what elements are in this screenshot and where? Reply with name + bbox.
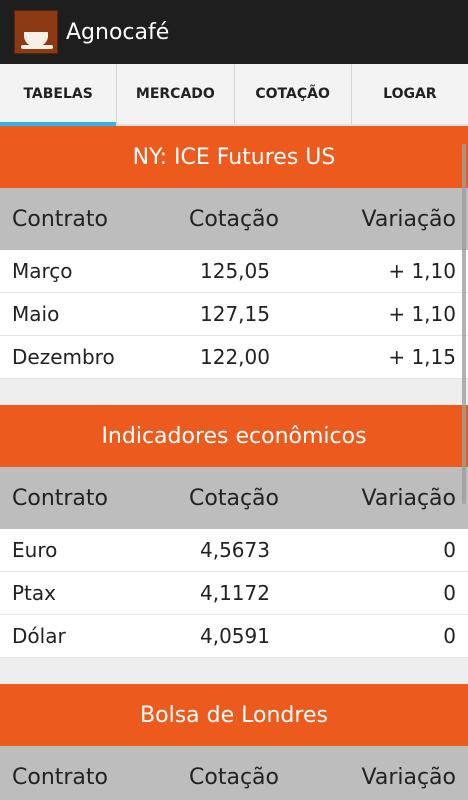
column-variacao: Variação [361, 485, 457, 511]
section-title: NY: ICE Futures US [0, 126, 468, 188]
column-header-row: Contrato Cotação Variação [0, 746, 468, 800]
table-row: Euro 4,5673 0 [0, 529, 468, 572]
cell-variacao: 0 [443, 581, 456, 605]
app-title: Agnocafé [66, 19, 170, 45]
cell-contrato: Dezembro [12, 345, 115, 369]
cell-contrato: Dólar [12, 624, 66, 648]
cell-contrato: Euro [12, 538, 58, 562]
section-londres: Bolsa de Londres Contrato Cotação Variaç… [0, 684, 468, 800]
cell-variacao: + 1,15 [388, 345, 456, 369]
column-header-row: Contrato Cotação Variação [0, 467, 468, 529]
cell-contrato: Ptax [12, 581, 56, 605]
column-contrato: Contrato [12, 764, 109, 790]
tab-cotacao[interactable]: COTAÇÃO [235, 64, 352, 124]
table-row: Março 125,05 + 1,10 [0, 250, 468, 293]
section-title: Bolsa de Londres [0, 684, 468, 746]
column-variacao: Variação [361, 764, 457, 790]
column-contrato: Contrato [12, 485, 109, 511]
section-gap [0, 658, 468, 684]
column-cotacao: Cotação [189, 764, 279, 790]
column-cotacao: Cotação [189, 206, 279, 232]
tables-scroll-area[interactable]: NY: ICE Futures US Contrato Cotação Vari… [0, 126, 468, 800]
cell-variacao: + 1,10 [388, 259, 456, 283]
cell-variacao: + 1,10 [388, 302, 456, 326]
cell-cotacao: 4,5673 [200, 538, 270, 562]
scrollbar[interactable] [462, 144, 466, 504]
cell-contrato: Maio [12, 302, 60, 326]
app-bar: Agnocafé [0, 0, 468, 64]
column-variacao: Variação [361, 206, 457, 232]
tab-logar[interactable]: LOGAR [352, 64, 468, 124]
cell-cotacao: 122,00 [200, 345, 270, 369]
cell-contrato: Março [12, 259, 73, 283]
tab-bar: TABELAS MERCADO COTAÇÃO LOGAR [0, 64, 468, 126]
section-gap [0, 379, 468, 405]
cell-cotacao: 125,05 [200, 259, 270, 283]
tab-tabelas[interactable]: TABELAS [0, 64, 118, 126]
tab-mercado[interactable]: MERCADO [117, 64, 235, 124]
section-title: Indicadores econômicos [0, 405, 468, 467]
coffee-cup-icon [14, 10, 58, 54]
table-row: Dezembro 122,00 + 1,15 [0, 336, 468, 379]
cell-variacao: 0 [443, 624, 456, 648]
column-header-row: Contrato Cotação Variação [0, 188, 468, 250]
table-row: Ptax 4,1172 0 [0, 572, 468, 615]
cell-cotacao: 4,0591 [200, 624, 270, 648]
section-ny-ice: NY: ICE Futures US Contrato Cotação Vari… [0, 126, 468, 379]
table-row: Maio 127,15 + 1,10 [0, 293, 468, 336]
column-contrato: Contrato [12, 206, 109, 232]
table-row: Dólar 4,0591 0 [0, 615, 468, 658]
cell-variacao: 0 [443, 538, 456, 562]
cell-cotacao: 4,1172 [200, 581, 270, 605]
cell-cotacao: 127,15 [200, 302, 270, 326]
column-cotacao: Cotação [189, 485, 279, 511]
section-indicadores: Indicadores econômicos Contrato Cotação … [0, 405, 468, 658]
